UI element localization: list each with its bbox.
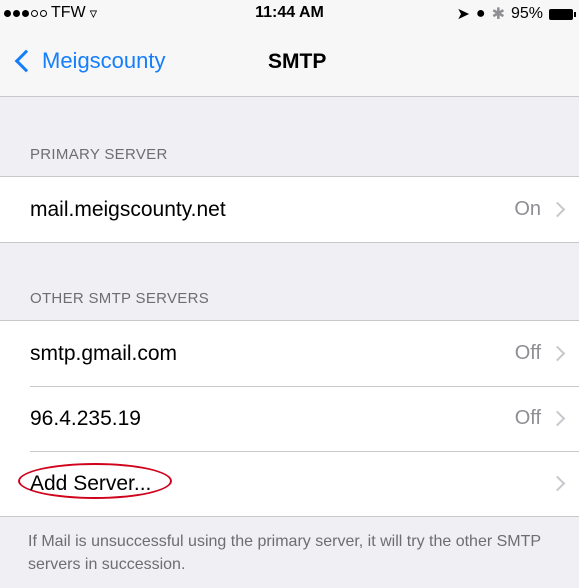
server-row-ip[interactable]: 96.4.235.19 Off bbox=[0, 386, 579, 451]
chevron-right-icon bbox=[549, 410, 566, 427]
chevron-right-icon bbox=[549, 201, 566, 218]
page-title: SMTP bbox=[268, 50, 327, 73]
primary-server-group: mail.meigscounty.net On bbox=[0, 176, 579, 243]
server-row-gmail[interactable]: smtp.gmail.com Off bbox=[0, 321, 579, 386]
server-name: mail.meigscounty.net bbox=[30, 197, 226, 221]
battery-percent: 95% bbox=[510, 5, 543, 22]
status-right: ➤ ● ✱ 95% bbox=[456, 4, 576, 24]
battery-icon bbox=[549, 8, 576, 20]
server-status: Off bbox=[514, 407, 541, 429]
section-header-other: OTHER SMTP SERVERS bbox=[30, 290, 210, 307]
other-servers-group: smtp.gmail.com Off 96.4.235.19 Off Add S… bbox=[0, 320, 579, 517]
location-icon: ➤ bbox=[456, 6, 470, 23]
alarm-icon: ● bbox=[475, 5, 486, 22]
add-server-button[interactable]: Add Server... bbox=[0, 451, 579, 516]
chevron-right-icon bbox=[549, 475, 566, 492]
chevron-right-icon bbox=[549, 345, 566, 362]
navigation-bar: Meigscounty SMTP bbox=[0, 28, 579, 97]
back-button-label: Meigscounty bbox=[42, 48, 166, 73]
server-status: Off bbox=[514, 342, 541, 364]
chevron-left-icon bbox=[14, 49, 38, 73]
footer-note: If Mail is unsuccessful using the primar… bbox=[28, 533, 541, 573]
server-name: smtp.gmail.com bbox=[30, 341, 178, 365]
section-header-primary: PRIMARY SERVER bbox=[30, 146, 168, 163]
server-name: 96.4.235.19 bbox=[30, 406, 141, 430]
status-bar: TFW ▿ 11:44 AM ➤ ● ✱ 95% bbox=[0, 0, 579, 28]
server-row-primary[interactable]: mail.meigscounty.net On bbox=[0, 177, 579, 242]
server-status: On bbox=[514, 198, 541, 220]
bluetooth-icon: ✱ bbox=[491, 6, 505, 23]
back-button[interactable]: Meigscounty bbox=[14, 48, 166, 74]
add-server-label: Add Server... bbox=[30, 471, 152, 495]
